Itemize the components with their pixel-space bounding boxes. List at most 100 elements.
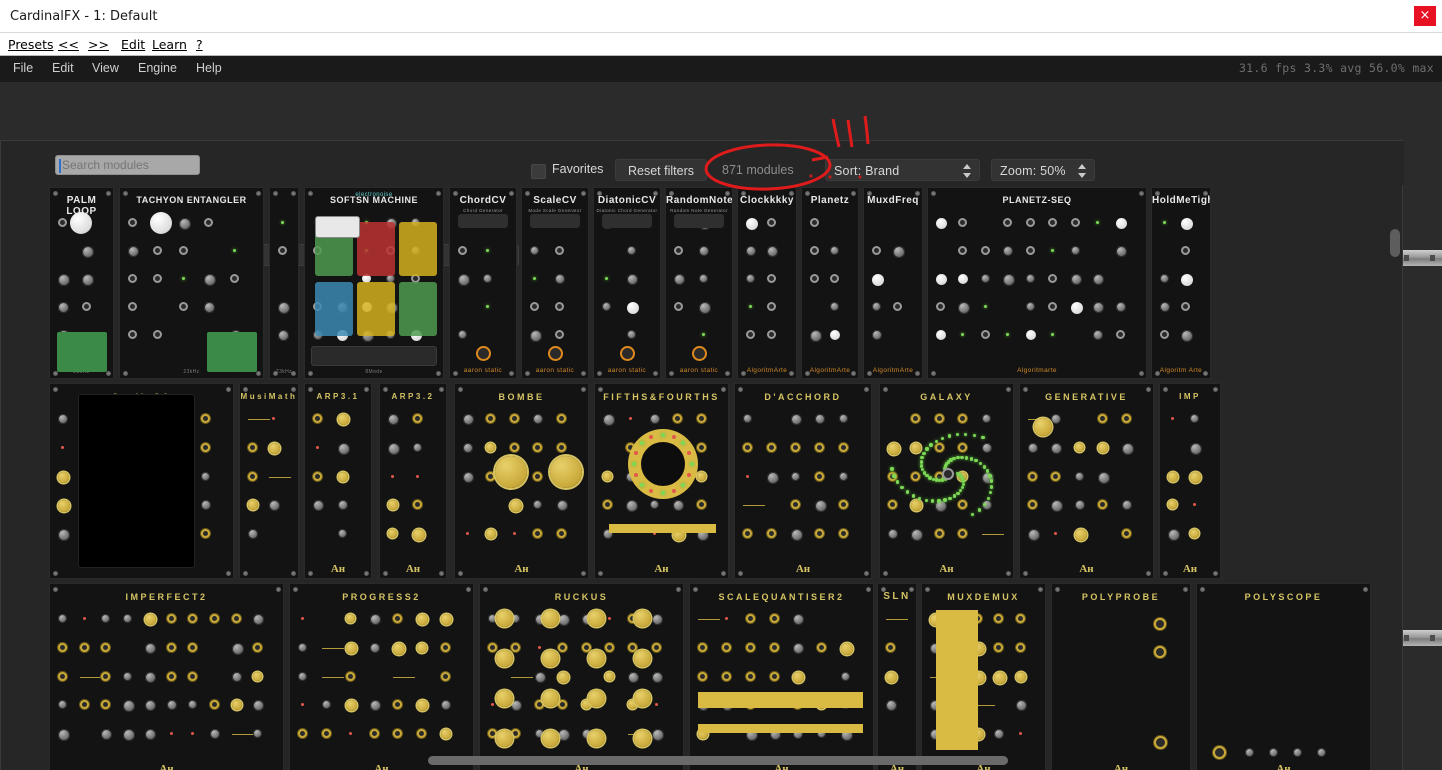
jack[interactable] bbox=[958, 414, 968, 423]
jack[interactable] bbox=[558, 642, 568, 652]
knob[interactable] bbox=[1190, 471, 1201, 483]
jack[interactable] bbox=[79, 642, 89, 652]
jack[interactable] bbox=[1025, 218, 1035, 227]
knob[interactable] bbox=[369, 642, 380, 653]
octave-knob[interactable] bbox=[150, 212, 172, 234]
jack[interactable] bbox=[745, 642, 755, 652]
freq-knob[interactable] bbox=[1034, 418, 1052, 436]
knob[interactable] bbox=[58, 614, 67, 623]
knob[interactable] bbox=[144, 614, 156, 625]
jack[interactable] bbox=[767, 218, 776, 227]
knob[interactable] bbox=[627, 302, 639, 314]
knob[interactable] bbox=[1074, 500, 1085, 511]
jack[interactable] bbox=[958, 246, 968, 255]
grid-knob[interactable] bbox=[634, 690, 651, 707]
knob[interactable] bbox=[558, 614, 571, 626]
knob[interactable] bbox=[128, 246, 139, 257]
knob[interactable] bbox=[58, 729, 70, 742]
module-panel[interactable]: POLYPROBE Aʜ bbox=[1051, 583, 1191, 770]
knob[interactable] bbox=[231, 642, 244, 655]
knob[interactable] bbox=[1025, 274, 1035, 283]
knob[interactable] bbox=[1160, 274, 1169, 283]
jack[interactable] bbox=[721, 671, 731, 681]
knob[interactable] bbox=[911, 500, 923, 512]
knob[interactable] bbox=[58, 529, 70, 542]
large-knob[interactable] bbox=[550, 456, 582, 488]
jack[interactable] bbox=[231, 614, 241, 623]
jack[interactable] bbox=[101, 700, 111, 710]
jack[interactable] bbox=[888, 500, 897, 510]
jack[interactable] bbox=[791, 442, 800, 452]
knob[interactable] bbox=[1015, 700, 1027, 712]
knob[interactable] bbox=[253, 671, 263, 681]
jack[interactable] bbox=[248, 471, 257, 481]
knob[interactable] bbox=[1181, 330, 1193, 342]
module-panel[interactable]: 23kHz bbox=[269, 187, 299, 379]
knob[interactable] bbox=[627, 246, 636, 255]
module-grid[interactable]: PALM LOOP23kHzTACHYON ENTANGLER23kHz 23kH… bbox=[1, 185, 1404, 770]
knob[interactable] bbox=[1098, 471, 1111, 484]
knob[interactable] bbox=[911, 529, 924, 542]
knob[interactable] bbox=[253, 614, 265, 625]
preset-edit-menu[interactable]: Edit bbox=[121, 37, 145, 52]
jack[interactable] bbox=[674, 302, 683, 311]
knob[interactable] bbox=[603, 471, 612, 481]
jack[interactable] bbox=[1048, 274, 1058, 283]
knob[interactable] bbox=[463, 414, 474, 425]
jack[interactable] bbox=[745, 671, 755, 681]
knob[interactable] bbox=[533, 414, 544, 424]
knob[interactable] bbox=[123, 729, 136, 742]
knob[interactable] bbox=[248, 500, 258, 511]
jack[interactable] bbox=[810, 274, 819, 283]
jack[interactable] bbox=[1015, 614, 1025, 623]
jack[interactable] bbox=[248, 442, 257, 452]
knob[interactable] bbox=[123, 671, 133, 681]
search-input-wrapper[interactable] bbox=[55, 155, 200, 175]
close-window-button[interactable]: × bbox=[1414, 6, 1436, 26]
jack[interactable] bbox=[745, 614, 755, 623]
jack-a[interactable] bbox=[1154, 618, 1166, 630]
jack[interactable] bbox=[417, 729, 427, 739]
presets-menu[interactable]: Presets bbox=[8, 37, 54, 52]
grid-knob[interactable] bbox=[634, 730, 651, 747]
jack[interactable] bbox=[769, 614, 779, 623]
knob[interactable] bbox=[1003, 246, 1014, 256]
module-panel[interactable]: ScaleCV Mode Scale Generator aaron static bbox=[521, 187, 589, 379]
knob[interactable] bbox=[338, 414, 349, 425]
jack[interactable] bbox=[1160, 330, 1169, 339]
knob[interactable] bbox=[1190, 442, 1202, 455]
knob[interactable] bbox=[1098, 442, 1109, 453]
module-panel[interactable]: SLN Aʜ bbox=[877, 583, 917, 770]
knob[interactable] bbox=[58, 471, 69, 483]
jack[interactable] bbox=[128, 274, 137, 283]
knob[interactable] bbox=[1015, 671, 1026, 682]
knob[interactable] bbox=[791, 414, 802, 425]
knob[interactable] bbox=[793, 642, 805, 654]
jack[interactable] bbox=[815, 471, 824, 481]
jack[interactable] bbox=[298, 729, 307, 739]
knob[interactable] bbox=[1051, 414, 1062, 424]
jack[interactable] bbox=[1048, 218, 1058, 227]
knob[interactable] bbox=[1074, 471, 1084, 481]
jack[interactable] bbox=[393, 614, 403, 623]
jack[interactable] bbox=[556, 529, 566, 539]
knob[interactable] bbox=[533, 500, 543, 510]
knob[interactable] bbox=[166, 700, 177, 711]
grid-knob[interactable] bbox=[542, 690, 559, 707]
knob[interactable] bbox=[936, 330, 946, 340]
jack[interactable] bbox=[628, 642, 638, 652]
scale-selector-bar[interactable] bbox=[698, 724, 863, 733]
knob[interactable] bbox=[58, 414, 68, 424]
grid-knob[interactable] bbox=[542, 730, 559, 747]
knob[interactable] bbox=[123, 614, 133, 623]
jack[interactable] bbox=[769, 642, 779, 652]
jack[interactable] bbox=[1025, 246, 1035, 255]
knob[interactable] bbox=[509, 500, 522, 513]
jack[interactable] bbox=[581, 642, 591, 652]
module-panel[interactable]: Planetz AlgoritmArte bbox=[801, 187, 859, 379]
knob[interactable] bbox=[201, 471, 211, 481]
jack-out[interactable] bbox=[1154, 736, 1167, 749]
jack[interactable] bbox=[413, 500, 422, 510]
knob[interactable] bbox=[1074, 529, 1087, 542]
knob[interactable] bbox=[298, 642, 307, 652]
